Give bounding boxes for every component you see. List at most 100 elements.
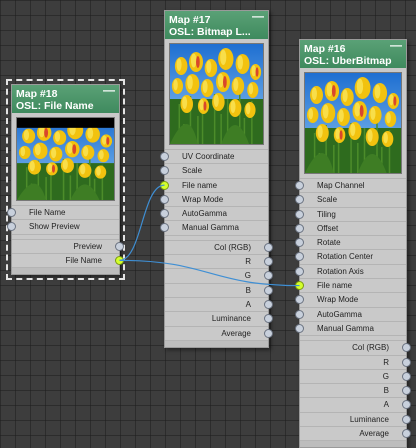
input-label: File name bbox=[182, 180, 218, 190]
output-label: Preview bbox=[73, 241, 102, 251]
input-socket-icon[interactable] bbox=[160, 166, 169, 176]
node-title: Map #16 bbox=[304, 43, 346, 55]
output-socket-icon[interactable] bbox=[264, 242, 273, 252]
output-socket-icon[interactable] bbox=[264, 314, 273, 324]
output-slot[interactable]: R bbox=[165, 254, 273, 268]
input-slot[interactable]: UV Coordinate bbox=[160, 149, 268, 163]
output-slot[interactable]: Average bbox=[300, 426, 411, 440]
node-map16[interactable]: Map #16 OSL: UberBitmap — Map Channel Scale T… bbox=[295, 39, 411, 448]
node-header[interactable]: Map #17 OSL: Bitmap L... — bbox=[165, 10, 268, 39]
minimize-icon[interactable]: — bbox=[103, 84, 115, 96]
input-slot[interactable]: Map Channel bbox=[295, 178, 406, 192]
output-socket-icon[interactable] bbox=[402, 414, 411, 424]
minimize-icon[interactable]: — bbox=[390, 39, 402, 51]
input-socket-icon[interactable] bbox=[295, 195, 304, 205]
output-socket-icon[interactable] bbox=[402, 400, 411, 410]
output-slot[interactable]: Col (RGB) bbox=[165, 239, 273, 254]
node-header[interactable]: Map #16 OSL: UberBitmap — bbox=[300, 39, 406, 68]
input-slot[interactable]: Wrap Mode bbox=[160, 191, 268, 206]
input-socket-icon[interactable] bbox=[295, 223, 304, 233]
output-socket-icon[interactable] bbox=[402, 429, 411, 439]
output-label: B bbox=[245, 285, 251, 295]
node-header[interactable]: Map #18 OSL: File Name — bbox=[12, 84, 119, 113]
input-socket-icon[interactable] bbox=[160, 209, 169, 219]
output-socket-icon[interactable] bbox=[402, 343, 411, 353]
node-title: Map #18 bbox=[16, 88, 58, 100]
input-label: AutoGamma bbox=[317, 309, 362, 319]
input-socket-icon[interactable] bbox=[7, 222, 16, 232]
output-slot[interactable]: Average bbox=[165, 325, 273, 340]
output-socket-icon[interactable] bbox=[264, 285, 273, 295]
input-socket-icon[interactable] bbox=[295, 281, 304, 291]
output-label: G bbox=[382, 371, 389, 381]
input-socket-icon[interactable] bbox=[295, 323, 304, 333]
output-slot[interactable]: A bbox=[165, 296, 273, 311]
output-label: Luminance bbox=[349, 414, 389, 424]
output-slot[interactable]: Col (RGB) bbox=[300, 340, 411, 354]
input-socket-icon[interactable] bbox=[295, 309, 304, 319]
output-socket-icon[interactable] bbox=[264, 257, 273, 267]
input-socket-icon[interactable] bbox=[160, 194, 169, 204]
output-slot[interactable]: Luminance bbox=[300, 411, 411, 426]
output-socket-icon[interactable] bbox=[402, 386, 411, 396]
input-label: Scale bbox=[182, 166, 203, 176]
input-slot[interactable]: File name bbox=[295, 278, 406, 292]
input-socket-icon[interactable] bbox=[160, 180, 169, 190]
output-socket-icon[interactable] bbox=[402, 371, 411, 381]
node-map17[interactable]: Map #17 OSL: Bitmap L... — UV Coordinate Sca… bbox=[160, 10, 273, 348]
output-slot[interactable]: B bbox=[165, 282, 273, 297]
input-slot[interactable]: Wrap Mode bbox=[295, 292, 406, 306]
input-socket-icon[interactable] bbox=[7, 208, 16, 217]
input-slot[interactable]: Scale bbox=[160, 163, 268, 177]
output-slot[interactable]: G bbox=[165, 268, 273, 282]
input-socket-icon[interactable] bbox=[295, 209, 304, 219]
output-slot[interactable]: A bbox=[300, 397, 411, 411]
input-label: Wrap Mode bbox=[182, 194, 224, 204]
input-slot[interactable]: File Name bbox=[7, 205, 119, 219]
output-label: G bbox=[244, 271, 251, 281]
output-socket-icon[interactable] bbox=[264, 271, 273, 281]
input-slot[interactable]: Offset bbox=[295, 220, 406, 235]
input-slot[interactable]: Rotation Center bbox=[295, 249, 406, 263]
input-socket-icon[interactable] bbox=[160, 152, 169, 161]
output-label: A bbox=[383, 400, 389, 410]
input-socket-icon[interactable] bbox=[295, 238, 304, 248]
output-slot[interactable]: B bbox=[300, 383, 411, 397]
input-slot[interactable]: AutoGamma bbox=[160, 206, 268, 220]
input-label: Map Channel bbox=[317, 181, 365, 190]
input-label: Tiling bbox=[317, 209, 336, 219]
node-map18[interactable]: Map #18 OSL: File Name — File Name Show Prev… bbox=[6, 78, 125, 281]
input-slot[interactable]: Manual Gamma bbox=[295, 320, 406, 335]
input-socket-icon[interactable] bbox=[295, 295, 304, 305]
input-slot[interactable]: Rotate bbox=[295, 235, 406, 249]
input-label: Rotation Axis bbox=[317, 266, 364, 276]
output-socket-icon[interactable] bbox=[264, 328, 273, 338]
output-slot[interactable]: Preview bbox=[12, 238, 124, 253]
input-slot[interactable]: Rotation Axis bbox=[295, 263, 406, 278]
input-slot[interactable]: Tiling bbox=[295, 206, 406, 221]
output-socket-icon[interactable] bbox=[115, 241, 124, 251]
input-slot[interactable]: File name bbox=[160, 177, 268, 192]
input-label: Rotate bbox=[317, 238, 341, 248]
input-slot[interactable]: AutoGamma bbox=[295, 306, 406, 321]
input-socket-icon[interactable] bbox=[295, 252, 304, 262]
input-socket-icon[interactable] bbox=[295, 266, 304, 276]
input-slot[interactable]: Scale bbox=[295, 192, 406, 206]
output-slot[interactable]: G bbox=[300, 368, 411, 383]
input-socket-icon[interactable] bbox=[295, 181, 304, 190]
output-slot[interactable]: R bbox=[300, 354, 411, 369]
node-editor-canvas[interactable]: Map #18 OSL: File Name — File Name Show Prev… bbox=[0, 0, 416, 448]
output-socket-icon[interactable] bbox=[402, 357, 411, 367]
output-socket-icon[interactable] bbox=[115, 255, 124, 265]
input-slot[interactable]: Manual Gamma bbox=[160, 220, 268, 234]
input-label: File name bbox=[317, 281, 353, 291]
output-socket-icon[interactable] bbox=[264, 299, 273, 309]
output-slot[interactable]: File Name bbox=[12, 252, 124, 267]
node-subtitle: OSL: UberBitmap bbox=[304, 55, 392, 67]
input-slot[interactable]: Show Preview bbox=[7, 219, 119, 233]
input-label: Show Preview bbox=[29, 222, 80, 232]
input-socket-icon[interactable] bbox=[160, 223, 169, 233]
output-label: B bbox=[383, 386, 389, 396]
output-slot[interactable]: Luminance bbox=[165, 311, 273, 325]
minimize-icon[interactable]: — bbox=[252, 10, 264, 22]
